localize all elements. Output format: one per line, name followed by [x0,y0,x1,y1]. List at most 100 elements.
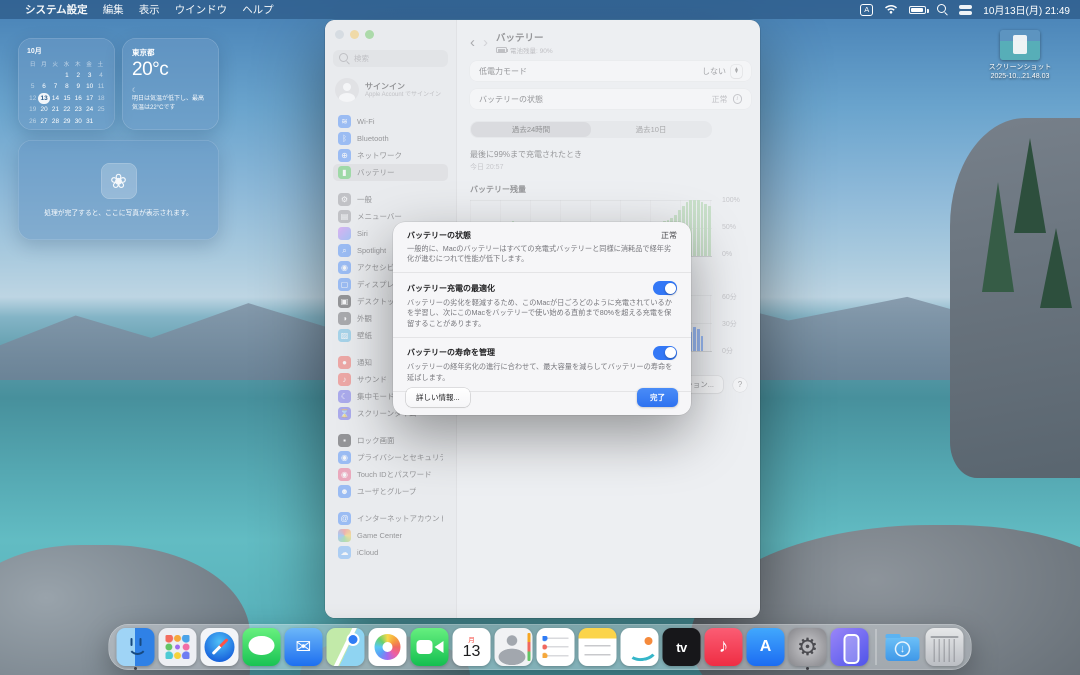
calendar-day[interactable]: 12 [27,93,38,105]
calendar-day[interactable]: 8 [61,81,72,93]
calendar-day[interactable]: 17 [84,93,95,105]
desktop-screenshot-file[interactable]: スクリーンショット 2025-10...21.48.03 [974,30,1066,81]
contacts-icon [495,628,533,666]
calendar-empty-cell [38,70,49,82]
manage-lifespan-toggle[interactable] [653,346,677,360]
calendar-widget[interactable]: 10月 日月火水木金土 1234567891011121314151617181… [18,38,115,130]
section-title: バッテリー充電の最適化 [407,283,495,294]
condition-value: 正常 [661,230,677,241]
dock-calendar-day: 13 [463,644,481,661]
menu-window[interactable]: ウインドウ [175,2,228,17]
calendar-day[interactable]: 28 [50,116,61,128]
spotlight-search-icon[interactable] [937,4,948,15]
input-source-icon[interactable]: A [860,4,873,16]
calendar-day[interactable]: 10 [84,81,95,93]
calendar-day[interactable]: 4 [95,70,106,82]
dock-item-contacts[interactable] [495,628,533,666]
maps-icon [327,628,365,666]
more-info-button[interactable]: 詳しい情報... [406,388,470,407]
done-button[interactable]: 完了 [637,388,678,407]
calendar-day[interactable]: 14 [50,93,61,105]
menubar-clock[interactable]: 10月13日(月) 21:49 [983,2,1070,17]
trash-icon [926,628,964,666]
dialog-section-optimized-charging: バッテリー充電の最適化 バッテリーの劣化を軽減するため、このMacが日ごろどのよ… [393,273,691,338]
calendar-day[interactable]: 16 [73,93,84,105]
calendar-day[interactable]: 30 [73,116,84,128]
dock-item-trash[interactable] [926,628,964,666]
photos-widget[interactable]: ❀ 処理が完了すると、ここに写真が表示されます。 [18,140,219,240]
dock-item-facetime[interactable] [411,628,449,666]
dock-item-iphone-mirroring[interactable] [831,628,869,666]
dock-item-safari[interactable] [201,628,239,666]
calendar-day[interactable]: 27 [38,116,49,128]
dock-item-notes[interactable] [579,628,617,666]
calendar-day[interactable]: 19 [27,104,38,116]
dock-item-maps[interactable] [327,628,365,666]
calendar-empty-cell [50,70,61,82]
calendar-day[interactable]: 20 [38,104,49,116]
optimized-charging-toggle[interactable] [653,281,677,295]
dock-item-messages[interactable] [243,628,281,666]
dock-item-appstore[interactable] [747,628,785,666]
calendar-day[interactable]: 15 [61,93,72,105]
control-center-icon[interactable] [959,4,972,15]
calendar-weekday: 月 [38,59,49,70]
calendar-day[interactable]: 31 [84,116,95,128]
downloads-icon [884,628,922,666]
dock-item-settings[interactable] [789,628,827,666]
menu-app-name[interactable]: システム設定 [25,2,88,17]
calendar-weekday: 土 [95,59,106,70]
dock-item-reminders[interactable] [537,628,575,666]
menu-view[interactable]: 表示 [139,2,160,17]
finder-icon [117,628,155,666]
dock-item-music[interactable] [705,628,743,666]
calendar-day[interactable]: 22 [61,104,72,116]
calendar-weekday: 日 [27,59,38,70]
wifi-icon[interactable] [884,3,898,17]
running-indicator-dot [134,667,137,670]
calendar-day[interactable]: 3 [84,70,95,82]
calendar-day[interactable]: 6 [38,81,49,93]
calendar-day[interactable]: 1 [61,70,72,82]
calendar-day[interactable]: 26 [27,116,38,128]
calendar-weekday: 水 [61,59,72,70]
calendar-day[interactable]: 2 [73,70,84,82]
calendar-day[interactable]: 5 [27,81,38,93]
notes-icon [579,628,617,666]
calendar-day[interactable]: 29 [61,116,72,128]
tv-icon [663,628,701,666]
dock-item-calendar[interactable]: 月13 [453,628,491,666]
menu-edit[interactable]: 編集 [103,2,124,17]
calendar-grid: 1234567891011121314151617181920212223242… [27,70,107,128]
dock-item-mail[interactable] [285,628,323,666]
dock: 月13 [109,624,972,670]
calendar-day[interactable]: 21 [50,104,61,116]
calendar-day[interactable]: 11 [95,81,106,93]
calendar-day[interactable]: 24 [84,104,95,116]
freeform-icon [621,628,659,666]
calendar-day[interactable]: 13 [38,93,49,105]
calendar-day[interactable]: 7 [50,81,61,93]
weather-widget[interactable]: 東京都 20°c ☾ 明日は気温が低下し、最高気温は22°Cです [122,38,219,130]
dock-item-tv[interactable] [663,628,701,666]
dock-item-freeform[interactable] [621,628,659,666]
appstore-icon [747,628,785,666]
calendar-day[interactable]: 18 [95,93,106,105]
weather-temperature: 20°c [132,59,209,81]
calendar-day[interactable]: 23 [73,104,84,116]
dock-item-downloads[interactable] [884,628,922,666]
music-icon [705,628,743,666]
wallpaper-pine-tree [1040,228,1072,308]
calendar-icon: 月13 [453,628,491,666]
menu-help[interactable]: ヘルプ [242,2,274,17]
calendar-day[interactable]: 25 [95,104,106,116]
calendar-weekday-row: 日月火水木金土 [27,59,106,70]
dock-item-finder[interactable] [117,628,155,666]
dock-item-photos[interactable] [369,628,407,666]
calendar-day[interactable]: 9 [73,81,84,93]
calendar-weekday: 金 [83,59,94,70]
photos-flower-icon: ❀ [101,163,137,199]
battery-status-icon[interactable] [909,6,926,14]
dock-item-launchpad[interactable] [159,628,197,666]
screenshot-filename-line1: スクリーンショット [974,63,1066,72]
